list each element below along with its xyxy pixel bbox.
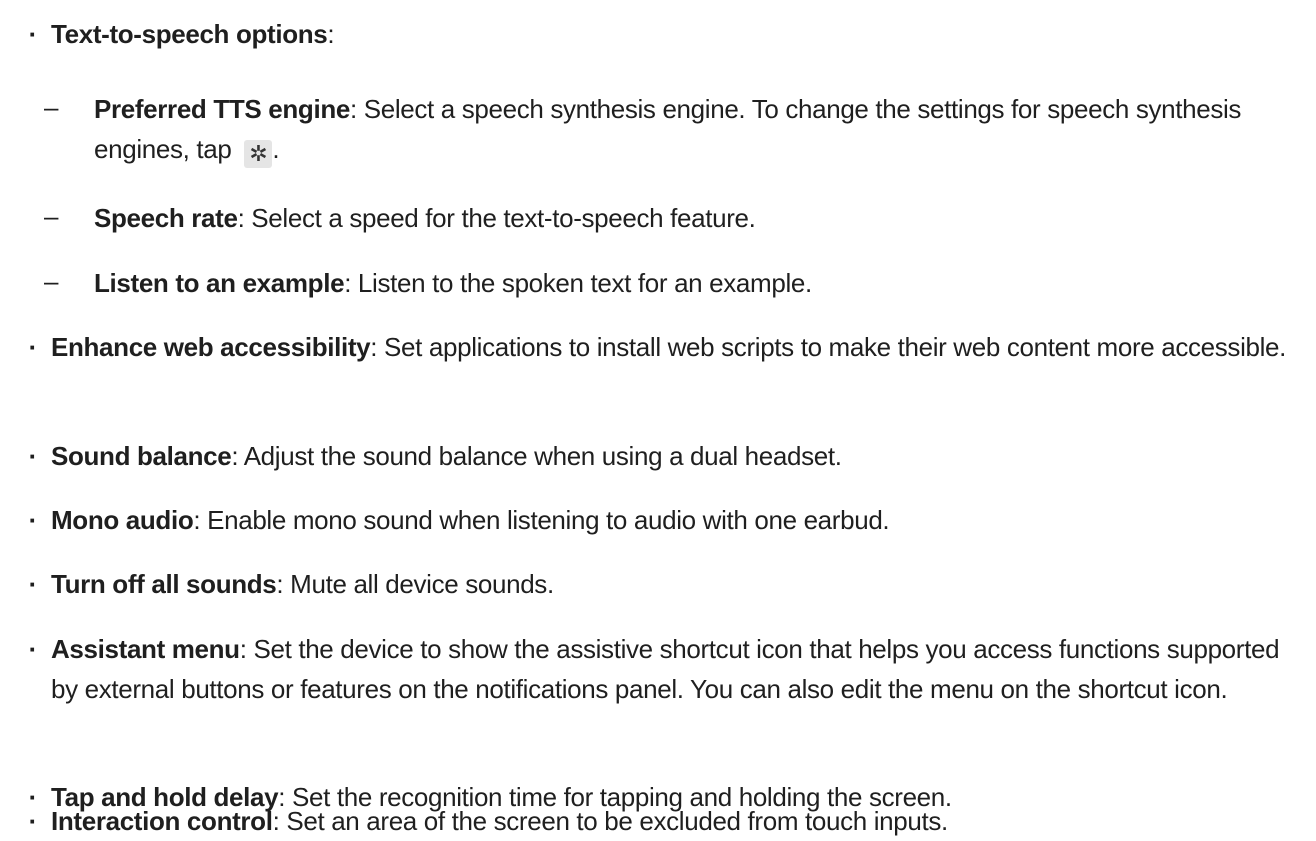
item-desc: : Set applications to install web script… — [370, 332, 1287, 362]
item-text: Speech rate: Select a speed for the text… — [94, 198, 1308, 238]
gear-icon: ✲ — [244, 140, 273, 168]
item-text: Interaction control: Set an area of the … — [51, 801, 1308, 841]
item-text: Enhance web accessibility: Set applicati… — [51, 327, 1308, 367]
item-desc: : Set an area of the screen to be exclud… — [272, 806, 949, 836]
item-term: Mono audio — [51, 505, 194, 535]
item-term: Preferred TTS engine — [94, 94, 350, 124]
item-text: Text-to-speech options: — [51, 14, 1308, 54]
item-term: Sound balance — [51, 441, 232, 471]
item-desc: : Mute all device sounds. — [276, 569, 554, 599]
item-term: Text-to-speech options — [51, 19, 328, 49]
item-desc-tail: . — [272, 134, 280, 164]
item-term: Listen to an example — [94, 268, 345, 298]
item-desc: : Adjust the sound balance when using a … — [231, 441, 842, 471]
document-page: { "items": [ {"level": 1, "term": "Text-… — [0, 0, 1316, 841]
item-desc: : Listen to the spoken text for an examp… — [344, 268, 812, 298]
item-text: Listen to an example: Listen to the spok… — [94, 263, 1308, 303]
bullet: · — [28, 505, 38, 535]
item-term: Speech rate — [94, 203, 238, 233]
item-desc: : Enable mono sound when listening to au… — [193, 505, 890, 535]
item-term: Enhance web accessibility — [51, 332, 371, 362]
dash: – — [44, 92, 59, 122]
item-text: Assistant menu: Set the device to show t… — [51, 629, 1308, 709]
item-term: Interaction control — [51, 806, 273, 836]
dash: – — [44, 201, 59, 231]
bullet: · — [28, 19, 38, 49]
bullet: · — [28, 332, 38, 362]
bullet: · — [28, 806, 38, 836]
item-term: Turn off all sounds — [51, 569, 277, 599]
bullet: · — [28, 441, 38, 471]
item-text: Mono audio: Enable mono sound when liste… — [51, 500, 1308, 540]
item-desc: : — [327, 19, 335, 49]
bullet: · — [28, 569, 38, 599]
item-text: Preferred TTS engine: Select a speech sy… — [94, 89, 1308, 169]
bullet: · — [28, 634, 38, 664]
item-text: Turn off all sounds: Mute all device sou… — [51, 564, 1308, 604]
dash: – — [44, 266, 59, 296]
item-desc: : Select a speed for the text-to-speech … — [237, 203, 756, 233]
item-term: Assistant menu — [51, 634, 240, 664]
item-text: Sound balance: Adjust the sound balance … — [51, 436, 1308, 476]
